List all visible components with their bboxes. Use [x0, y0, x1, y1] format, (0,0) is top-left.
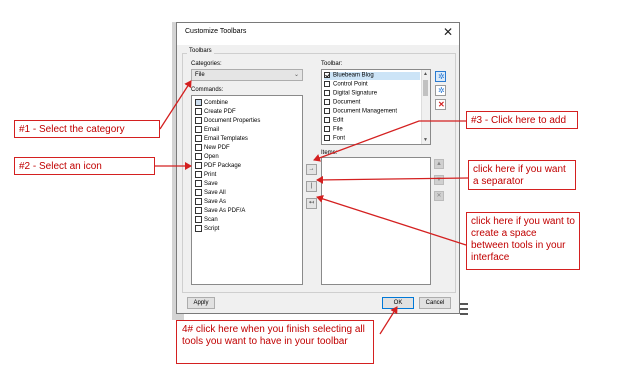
arrow-to-ok-button — [379, 306, 398, 335]
arrow-to-category — [159, 80, 192, 130]
arrow-to-space-button — [316, 195, 467, 246]
callout-select-category: #1 - Select the category — [14, 120, 160, 138]
arrow-to-add-button — [313, 120, 466, 162]
callout-select-icon: #2 - Select an icon — [14, 157, 155, 175]
arrow-to-separator-button — [316, 175, 469, 184]
callout-click-add: #3 - Click here to add — [466, 111, 578, 129]
callout-separator: click here if you want a separator — [468, 160, 576, 190]
callout-finish: 4# click here when you finish selecting … — [176, 320, 374, 364]
callout-space: click here if you want to create a space… — [466, 212, 580, 270]
